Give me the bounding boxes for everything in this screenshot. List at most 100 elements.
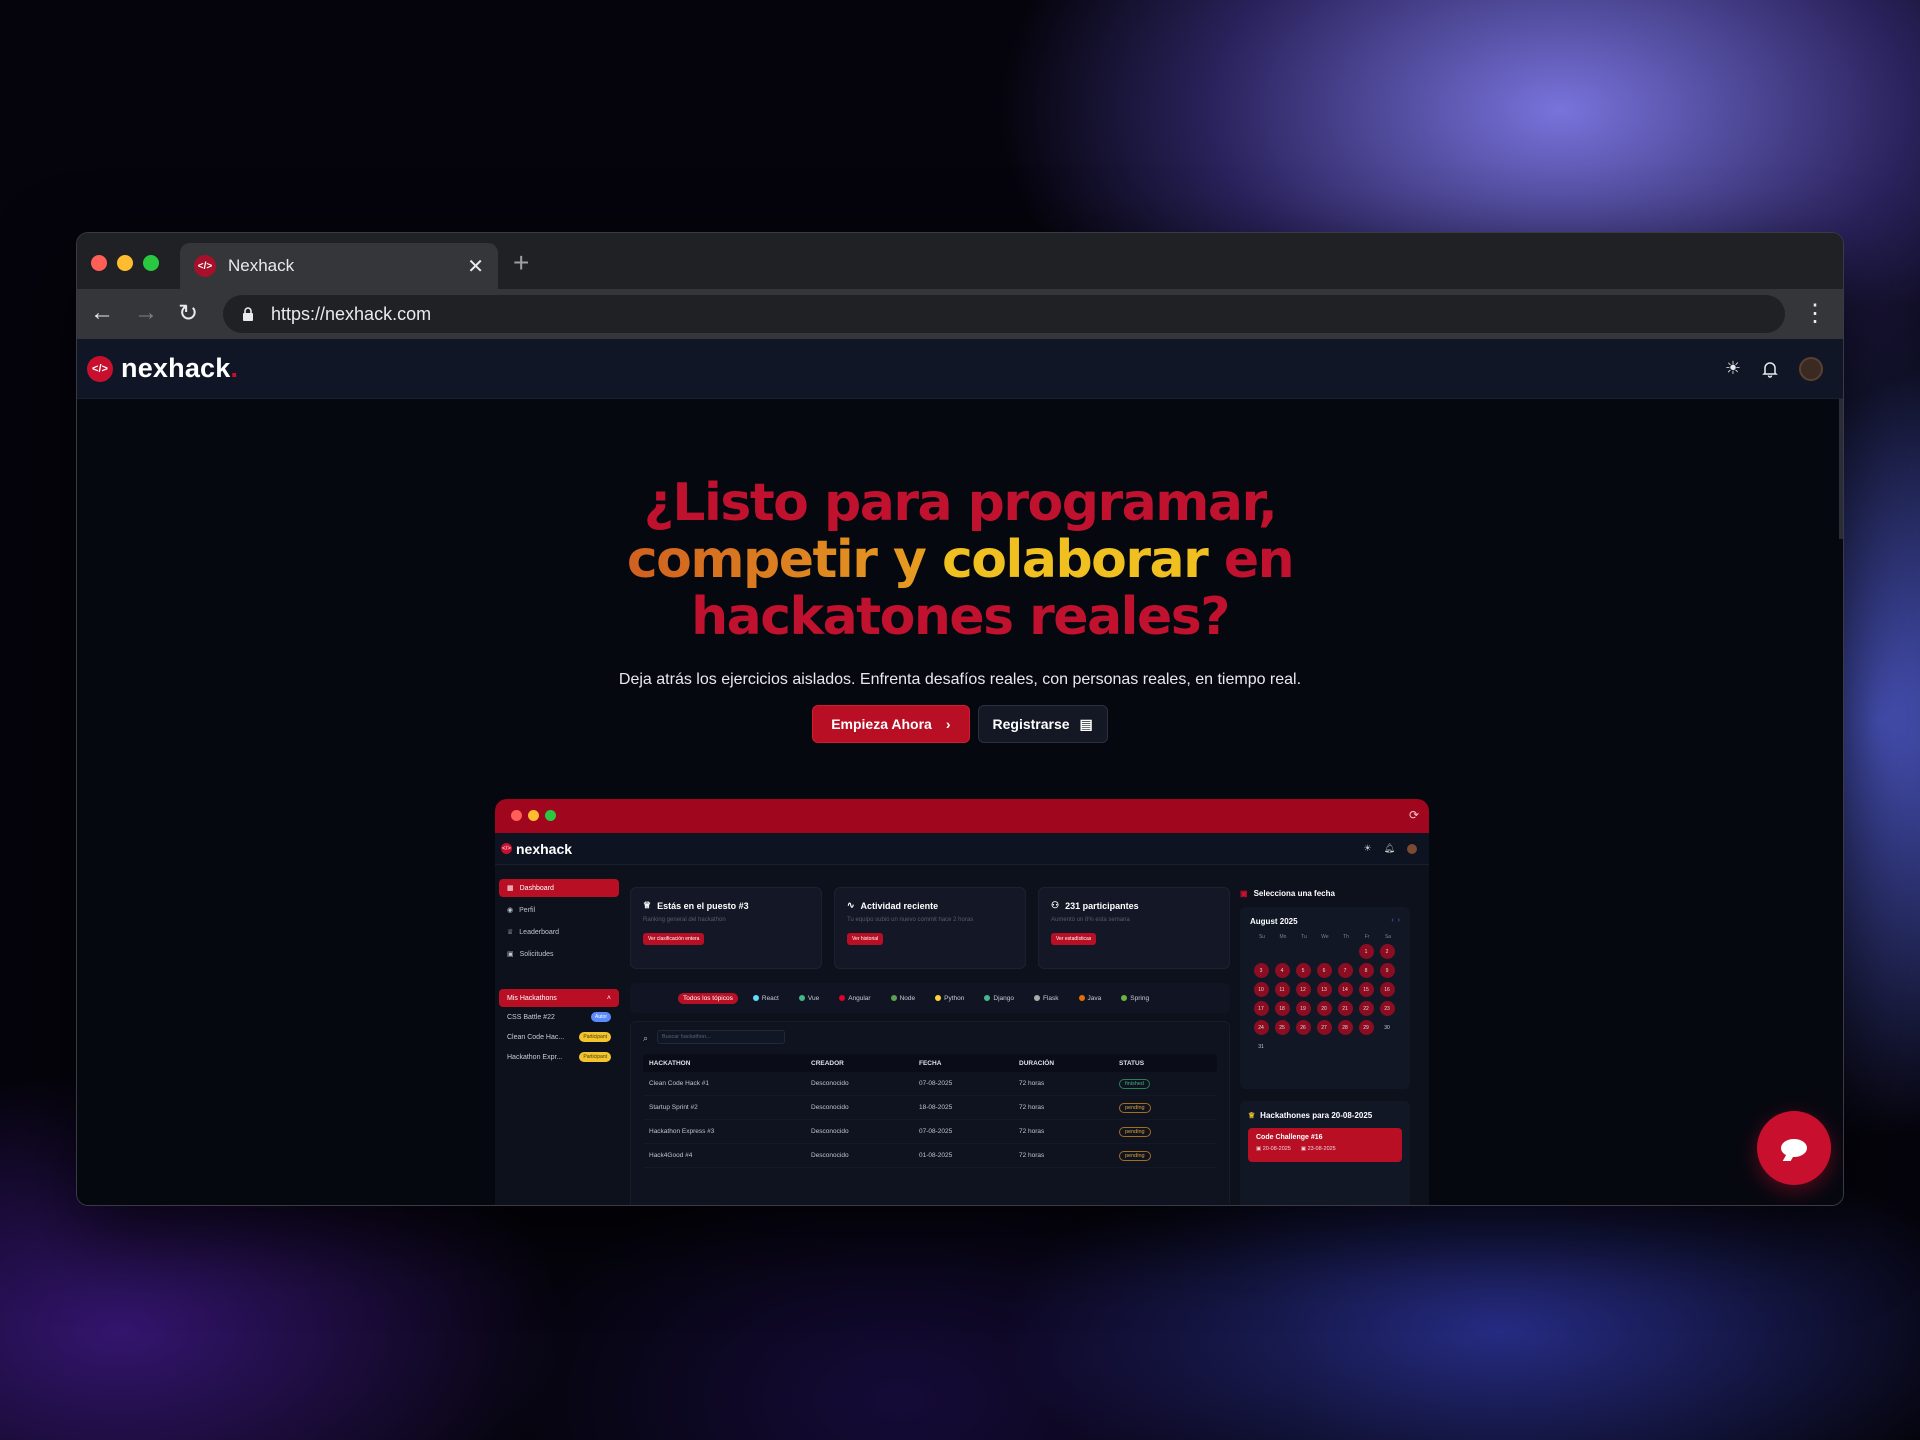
chat-icon (1781, 1139, 1807, 1157)
calendar-day[interactable]: 9 (1379, 963, 1395, 978)
status-badge: pending (1119, 1127, 1151, 1137)
start-now-button[interactable]: Empieza Ahora › (812, 705, 970, 743)
calendar-day[interactable]: 3 (1253, 963, 1269, 978)
back-icon[interactable]: ← (87, 299, 117, 327)
preview-sidebar: ▦ Dashboard ◉ Perfil ♕ Leaderboard ▣ Solicit… (499, 879, 619, 1067)
sun-icon[interactable]: ☀ (1725, 358, 1741, 379)
table-row[interactable]: Hack4Good #4 Desconocido 01-08-2025 72 h… (643, 1144, 1217, 1168)
prev-month-icon[interactable]: ‹ (1391, 917, 1393, 924)
topic-react[interactable]: React (748, 993, 784, 1004)
maximize-window-button[interactable] (143, 255, 159, 271)
calendar-day[interactable]: 29 (1358, 1020, 1374, 1035)
landing-page: ¿Listo para programar, competir y colabo… (77, 399, 1843, 1205)
view-history-button[interactable]: Ver historial (847, 933, 884, 945)
my-hackathons-toggle[interactable]: Mis Hackathons ˄ (499, 989, 619, 1007)
avatar[interactable] (1799, 356, 1823, 381)
bell-icon[interactable] (1761, 360, 1779, 378)
preview-refresh-icon[interactable]: ⟳ (1409, 808, 1419, 822)
topic-angular[interactable]: Angular (834, 993, 875, 1004)
logo-icon[interactable]: </> (87, 355, 113, 382)
calendar-day[interactable]: 27 (1316, 1020, 1332, 1035)
calendar-day[interactable]: 17 (1253, 1001, 1269, 1016)
calendar-day[interactable]: 16 (1379, 982, 1395, 997)
calendar-icon: ▣ (1240, 889, 1248, 898)
calendar-day[interactable]: 28 (1337, 1020, 1353, 1035)
browser-menu-icon[interactable]: ⋮ (1803, 299, 1827, 328)
sidebar-item-leaderboard[interactable]: ♕ Leaderboard (499, 923, 619, 941)
calendar-day[interactable]: 14 (1337, 982, 1353, 997)
browser-tab[interactable]: </> Nexhack ✕ (180, 243, 498, 289)
list-item[interactable]: Hackathon Expr... Participant (499, 1047, 619, 1067)
search-input[interactable]: Buscar hackathon... (657, 1030, 785, 1044)
calendar-day[interactable]: 10 (1253, 982, 1269, 997)
spring-icon (1121, 995, 1128, 1001)
sidebar-item-solicitudes[interactable]: ▣ Solicitudes (499, 945, 619, 963)
calendar-day[interactable]: 4 (1274, 963, 1290, 978)
calendar-day[interactable]: 6 (1316, 963, 1332, 978)
event-card[interactable]: Code Challenge #16 ▣ 20-08-2025 ▣ 23-08-… (1248, 1128, 1402, 1162)
sidebar-item-dashboard[interactable]: ▦ Dashboard (499, 879, 619, 897)
calendar-day[interactable]: 31 (1254, 1039, 1269, 1054)
calendar-day[interactable]: 11 (1274, 982, 1290, 997)
topic-vue[interactable]: Vue (794, 993, 824, 1004)
list-item[interactable]: CSS Battle #22 Autor (499, 1007, 619, 1027)
address-bar[interactable]: https://nexhack.com (223, 295, 1785, 333)
calendar-day[interactable]: 7 (1337, 963, 1353, 978)
calendar-day[interactable]: 24 (1253, 1020, 1269, 1035)
column-header[interactable]: HACKATHON (643, 1060, 811, 1067)
next-month-icon[interactable]: › (1398, 917, 1400, 924)
column-header[interactable]: DURACIÓN (1019, 1060, 1119, 1067)
calendar-day[interactable]: 30 (1380, 1020, 1395, 1035)
table-header: HACKATHON CREADOR FECHA DURACIÓN STATUS (643, 1054, 1217, 1072)
register-button[interactable]: Registrarse ▤ (977, 705, 1108, 743)
reload-icon[interactable]: ↻ (173, 299, 203, 328)
column-header[interactable]: CREADOR (811, 1060, 919, 1067)
topic-node[interactable]: Node (886, 993, 921, 1004)
calendar-day[interactable]: 19 (1295, 1001, 1311, 1016)
calendar-day[interactable]: 26 (1295, 1020, 1311, 1035)
site-logo[interactable]: nexhack (121, 353, 230, 384)
calendar-day[interactable]: 2 (1379, 944, 1395, 959)
cell-date: 07-08-2025 (919, 1128, 953, 1135)
sidebar-item-perfil[interactable]: ◉ Perfil (499, 901, 619, 919)
column-header[interactable]: STATUS (1119, 1060, 1199, 1067)
calendar-day[interactable]: 20 (1316, 1001, 1332, 1016)
hero-title-line2-b: colaborar (941, 530, 1209, 590)
event-end-date: 23-08-2025 (1307, 1146, 1336, 1152)
node-icon (890, 995, 897, 1001)
view-ranking-button[interactable]: Ver clasificación entera (643, 933, 705, 945)
calendar-day[interactable]: 5 (1295, 963, 1311, 978)
calendar-day[interactable]: 13 (1316, 982, 1332, 997)
calendar-day[interactable]: 12 (1295, 982, 1311, 997)
topic-flask[interactable]: Flask (1029, 993, 1064, 1004)
calendar-day[interactable]: 23 (1379, 1001, 1395, 1016)
calendar-day[interactable]: 1 (1358, 944, 1374, 959)
topic-java[interactable]: Java (1074, 993, 1107, 1004)
new-tab-icon[interactable]: + (513, 247, 529, 279)
forward-icon[interactable]: → (131, 299, 161, 327)
close-window-button[interactable] (91, 255, 107, 271)
weekday-label: Su (1258, 934, 1266, 940)
column-header[interactable]: FECHA (919, 1060, 1019, 1067)
table-row[interactable]: Clean Code Hack #1 Desconocido 07-08-202… (643, 1072, 1217, 1096)
close-tab-icon[interactable]: ✕ (467, 254, 484, 279)
chat-button[interactable] (1757, 1111, 1831, 1185)
calendar-day[interactable]: 25 (1274, 1020, 1290, 1035)
cell-hackathon: Hackathon Express #3 (649, 1128, 715, 1135)
preview-avatar (1407, 843, 1417, 854)
view-stats-button[interactable]: Ver estadísticas (1051, 933, 1097, 945)
minimize-window-button[interactable] (117, 255, 133, 271)
weekday-label: Fr (1364, 934, 1370, 940)
topic-spring[interactable]: Spring (1116, 993, 1154, 1004)
list-item[interactable]: Clean Code Hac... Participant (499, 1027, 619, 1047)
calendar-day[interactable]: 8 (1358, 963, 1374, 978)
topic-django[interactable]: Django (979, 993, 1019, 1004)
calendar-day[interactable]: 21 (1337, 1001, 1353, 1016)
calendar-day[interactable]: 15 (1358, 982, 1374, 997)
table-row[interactable]: Startup Sprint #2 Desconocido 18-08-2025… (643, 1096, 1217, 1120)
calendar-day[interactable]: 22 (1358, 1001, 1374, 1016)
calendar-day[interactable]: 18 (1274, 1001, 1290, 1016)
topic-all[interactable]: Todos los tópicos (678, 992, 738, 1004)
topic-python[interactable]: Python (930, 993, 969, 1004)
table-row[interactable]: Hackathon Express #3 Desconocido 07-08-2… (643, 1120, 1217, 1144)
